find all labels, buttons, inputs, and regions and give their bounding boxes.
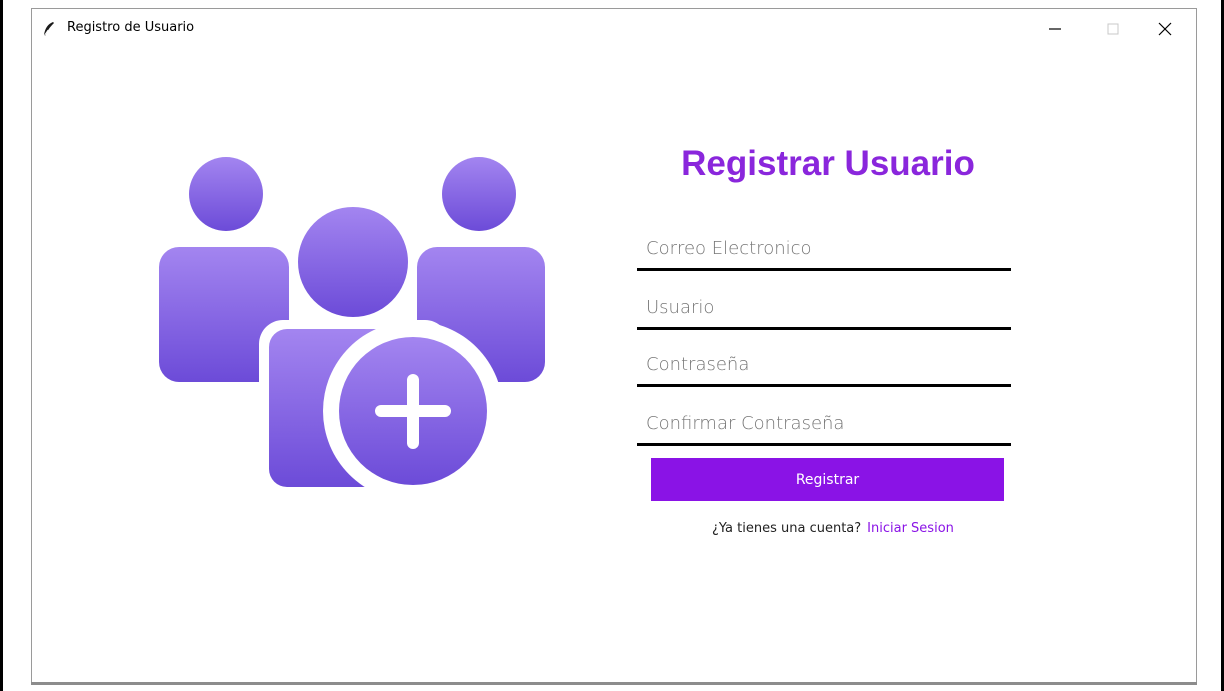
confirm-password-underline [637,443,1011,446]
password-underline [637,384,1011,387]
login-prompt-row: ¿Ya tienes una cuenta? Iniciar Sesion [712,521,954,536]
close-icon [1158,22,1172,36]
email-field-wrapper [637,230,1011,271]
login-link[interactable]: Iniciar Sesion [867,521,954,536]
password-field-wrapper [637,346,1011,387]
app-window: Registro de Usuario [31,8,1197,684]
minimize-icon [1049,28,1061,30]
username-underline [637,327,1011,330]
confirm-password-field[interactable] [637,405,1011,441]
username-field[interactable] [637,289,1011,325]
email-underline [637,268,1011,271]
login-prompt-text: ¿Ya tienes una cuenta? [712,521,862,536]
username-field-wrapper [637,289,1011,330]
minimize-button[interactable] [1032,9,1078,49]
maximize-icon [1107,23,1119,35]
close-button[interactable] [1142,9,1188,49]
feather-icon [43,22,54,37]
add-users-icon [159,157,545,487]
title-bar[interactable]: Registro de Usuario [32,9,1196,49]
maximize-button[interactable] [1090,9,1136,49]
password-field[interactable] [637,346,1011,382]
screen: Registro de Usuario Registrar Usuario Co… [0,0,1224,691]
confirm-password-field-wrapper [637,405,1011,446]
window-bottom-border [31,682,1197,685]
email-field[interactable] [637,230,1011,266]
left-border [0,0,3,691]
page-title: Registrar Usuario [681,144,975,183]
register-button[interactable]: Registrar [651,458,1004,501]
window-title: Registro de Usuario [67,20,195,35]
